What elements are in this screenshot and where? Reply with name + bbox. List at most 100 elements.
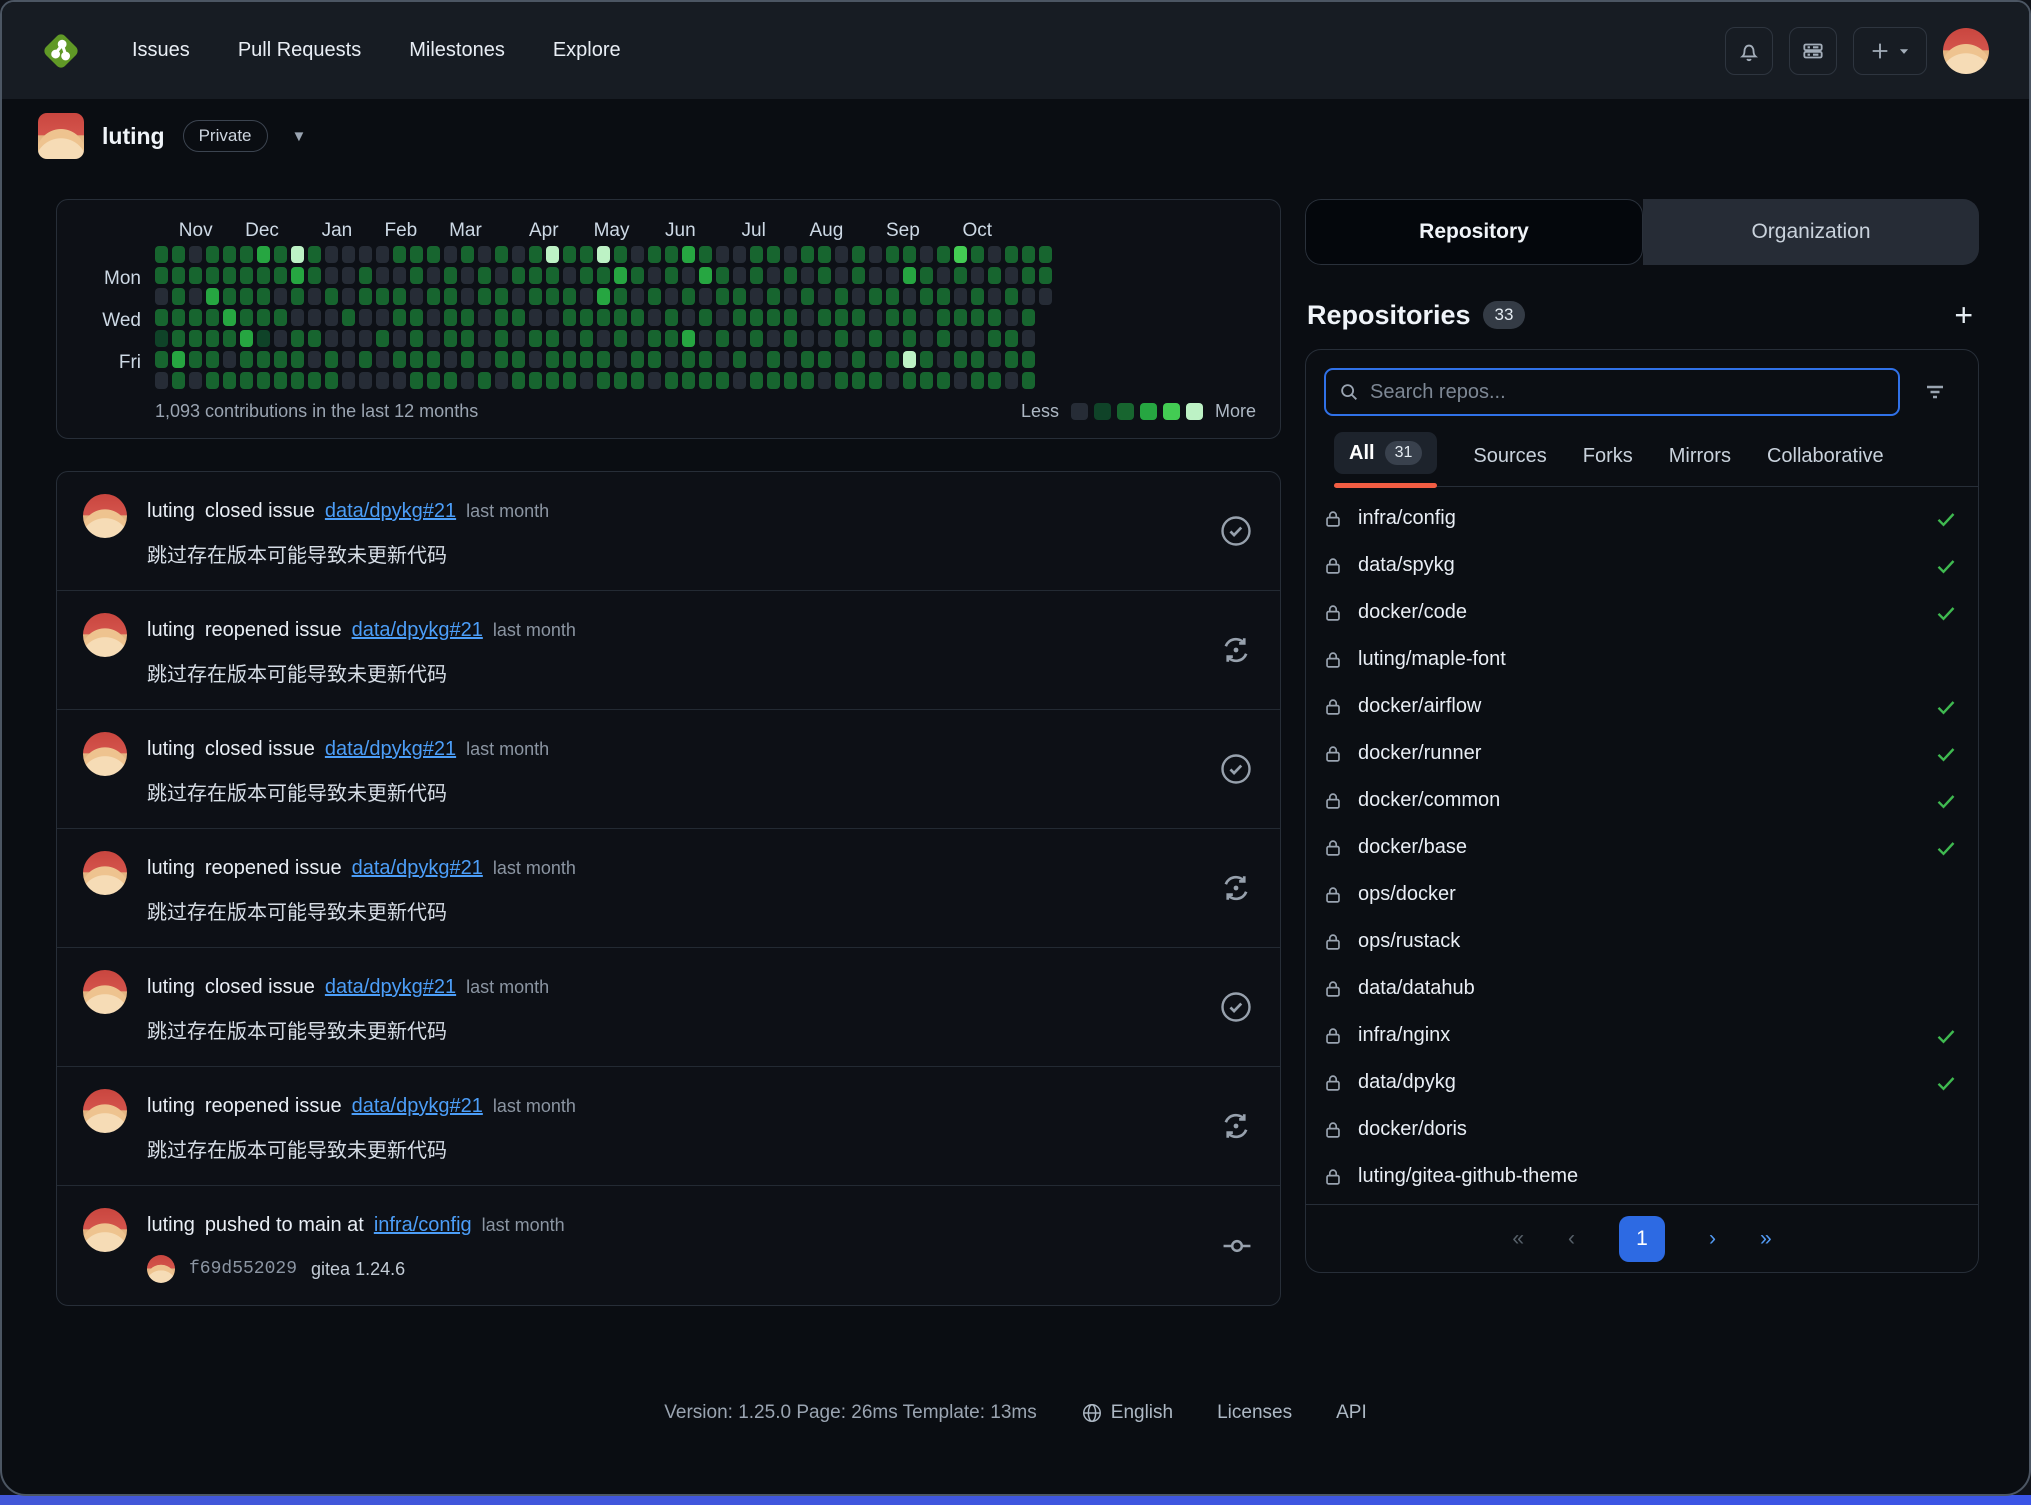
heatmap-cell[interactable] xyxy=(529,351,542,368)
heatmap-cell[interactable] xyxy=(631,288,644,305)
heatmap-cell[interactable] xyxy=(546,267,559,284)
heatmap-cell[interactable] xyxy=(155,246,168,263)
heatmap-cell[interactable] xyxy=(920,246,933,263)
heatmap-cell[interactable] xyxy=(903,288,916,305)
heatmap-cell[interactable] xyxy=(155,330,168,347)
heatmap-cell[interactable] xyxy=(427,372,440,389)
heatmap-cell[interactable] xyxy=(563,246,576,263)
heatmap-cell[interactable] xyxy=(716,372,729,389)
filter-tab-mirrors[interactable]: Mirrors xyxy=(1669,433,1731,486)
heatmap-cell[interactable] xyxy=(427,309,440,326)
heatmap-cell[interactable] xyxy=(665,330,678,347)
heatmap-cell[interactable] xyxy=(1022,351,1035,368)
heatmap-cell[interactable] xyxy=(206,288,219,305)
heatmap-cell[interactable] xyxy=(750,246,763,263)
heatmap-cell[interactable] xyxy=(614,372,627,389)
heatmap-cell[interactable] xyxy=(291,267,304,284)
heatmap-cell[interactable] xyxy=(852,246,865,263)
heatmap-cell[interactable] xyxy=(478,267,491,284)
heatmap-cell[interactable] xyxy=(325,288,338,305)
heatmap-cell[interactable] xyxy=(444,246,457,263)
repo-search-input[interactable] xyxy=(1370,381,1886,404)
heatmap-cell[interactable] xyxy=(750,288,763,305)
heatmap-cell[interactable] xyxy=(206,309,219,326)
repo-row[interactable]: docker/base xyxy=(1322,824,1958,871)
heatmap-cell[interactable] xyxy=(172,351,185,368)
heatmap-cell[interactable] xyxy=(733,351,746,368)
filter-tab-sources[interactable]: Sources xyxy=(1473,433,1546,486)
heatmap-cell[interactable] xyxy=(410,267,423,284)
heatmap-cell[interactable] xyxy=(342,288,355,305)
heatmap-cell[interactable] xyxy=(206,246,219,263)
heatmap-cell[interactable] xyxy=(393,267,406,284)
heatmap-cell[interactable] xyxy=(274,372,287,389)
heatmap-cell[interactable] xyxy=(682,309,695,326)
repo-row[interactable]: docker/code xyxy=(1322,589,1958,636)
heatmap-cell[interactable] xyxy=(818,246,831,263)
repo-name[interactable]: data/spykg xyxy=(1358,554,1455,577)
heatmap-cell[interactable] xyxy=(937,372,950,389)
nav-link-explore[interactable]: Explore xyxy=(553,39,621,62)
heatmap-cell[interactable] xyxy=(750,330,763,347)
heatmap-cell[interactable] xyxy=(155,372,168,389)
heatmap-cell[interactable] xyxy=(223,330,236,347)
repo-name[interactable]: docker/doris xyxy=(1358,1118,1467,1141)
heatmap-cell[interactable] xyxy=(801,309,814,326)
heatmap-cell[interactable] xyxy=(461,288,474,305)
feed-avatar[interactable] xyxy=(83,1208,127,1252)
repo-name[interactable]: ops/rustack xyxy=(1358,930,1460,953)
heatmap-cell[interactable] xyxy=(427,351,440,368)
heatmap-cell[interactable] xyxy=(189,330,202,347)
heatmap-cell[interactable] xyxy=(189,267,202,284)
heatmap-cell[interactable] xyxy=(699,246,712,263)
heatmap-cell[interactable] xyxy=(512,372,525,389)
heatmap-cell[interactable] xyxy=(155,288,168,305)
heatmap-cell[interactable] xyxy=(546,372,559,389)
heatmap-cell[interactable] xyxy=(818,351,831,368)
heatmap-cell[interactable] xyxy=(308,288,321,305)
heatmap-cell[interactable] xyxy=(291,330,304,347)
heatmap-cell[interactable] xyxy=(614,351,627,368)
heatmap-cell[interactable] xyxy=(342,267,355,284)
heatmap-cell[interactable] xyxy=(716,288,729,305)
repo-row[interactable]: docker/airflow xyxy=(1322,683,1958,730)
repo-name[interactable]: luting/maple-font xyxy=(1358,648,1506,671)
heatmap-cell[interactable] xyxy=(784,351,797,368)
heatmap-cell[interactable] xyxy=(393,330,406,347)
heatmap-cell[interactable] xyxy=(716,267,729,284)
heatmap-cell[interactable] xyxy=(648,288,661,305)
heatmap-cell[interactable] xyxy=(937,288,950,305)
repo-name[interactable]: data/dpykg xyxy=(1358,1071,1456,1094)
feed-link[interactable]: data/dpykg#21 xyxy=(352,857,483,880)
heatmap-cell[interactable] xyxy=(716,351,729,368)
heatmap-cell[interactable] xyxy=(597,288,610,305)
heatmap-cell[interactable] xyxy=(784,330,797,347)
heatmap-cell[interactable] xyxy=(359,267,372,284)
heatmap-cell[interactable] xyxy=(529,330,542,347)
heatmap-cell[interactable] xyxy=(1005,309,1018,326)
heatmap-cell[interactable] xyxy=(937,330,950,347)
heatmap-cell[interactable] xyxy=(716,309,729,326)
heatmap-cell[interactable] xyxy=(597,330,610,347)
heatmap-cell[interactable] xyxy=(699,288,712,305)
heatmap-cell[interactable] xyxy=(699,267,712,284)
heatmap-cell[interactable] xyxy=(835,267,848,284)
heatmap-cell[interactable] xyxy=(801,330,814,347)
notifications-button[interactable] xyxy=(1725,27,1773,75)
repo-row[interactable]: ops/rustack xyxy=(1322,918,1958,965)
heatmap-cell[interactable] xyxy=(495,288,508,305)
repo-name[interactable]: luting/gitea-github-theme xyxy=(1358,1165,1578,1188)
heatmap-cell[interactable] xyxy=(971,288,984,305)
heatmap-cell[interactable] xyxy=(835,288,848,305)
heatmap-cell[interactable] xyxy=(733,330,746,347)
heatmap-cell[interactable] xyxy=(648,330,661,347)
heatmap-cell[interactable] xyxy=(410,372,423,389)
heatmap-cell[interactable] xyxy=(274,267,287,284)
licenses-link[interactable]: Licenses xyxy=(1217,1402,1292,1424)
heatmap-cell[interactable] xyxy=(852,267,865,284)
heatmap-cell[interactable] xyxy=(852,372,865,389)
heatmap-cell[interactable] xyxy=(359,246,372,263)
heatmap-cell[interactable] xyxy=(274,288,287,305)
heatmap-cell[interactable] xyxy=(393,351,406,368)
heatmap-cell[interactable] xyxy=(971,267,984,284)
